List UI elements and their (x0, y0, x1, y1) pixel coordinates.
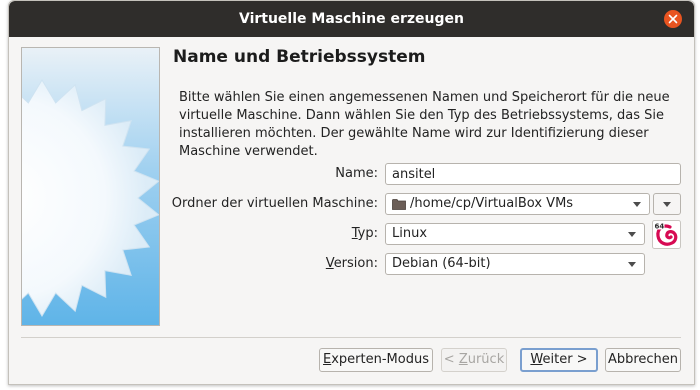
chevron-down-icon (633, 202, 641, 207)
cancel-button[interactable]: Abbrechen (605, 348, 681, 372)
close-button[interactable] (664, 10, 682, 28)
type-value: Linux (392, 226, 428, 241)
version-value: Debian (64-bit) (392, 256, 491, 271)
page-title: Name und Betriebssystem (173, 47, 426, 67)
title-bar: Virtuelle Maschine erzeugen (9, 1, 694, 37)
close-icon (668, 14, 678, 24)
folder-browse-button[interactable] (653, 193, 681, 215)
window-title: Virtuelle Maschine erzeugen (238, 11, 465, 27)
folder-label: Ordner der virtuellen Maschine: (171, 196, 378, 211)
os-bitness-badge: 64 (655, 223, 665, 231)
version-label: Version: (325, 256, 378, 271)
expert-mode-button[interactable]: Experten-Modus (319, 348, 433, 372)
chevron-down-icon (628, 232, 636, 237)
chevron-down-icon (663, 202, 671, 207)
back-button[interactable]: < Zurück (441, 348, 507, 372)
next-button[interactable]: Weiter > (520, 348, 598, 372)
name-label: Name: (335, 166, 378, 181)
type-select[interactable]: Linux (385, 223, 645, 245)
folder-value: /home/cp/VirtualBox VMs (410, 196, 574, 211)
folder-icon (392, 199, 406, 210)
type-label: Typ: (351, 226, 378, 241)
version-select[interactable]: Debian (64-bit) (385, 253, 645, 275)
button-separator (21, 337, 681, 338)
debian-os-icon: 64 (652, 220, 681, 249)
folder-combo[interactable]: /home/cp/VirtualBox VMs (385, 193, 650, 215)
page-description: Bitte wählen Sie einen angemessenen Name… (179, 90, 670, 159)
name-input[interactable] (385, 163, 681, 185)
dialog-window: Virtuelle Maschine erzeugen Name und Bet… (8, 0, 695, 385)
chevron-down-icon (628, 262, 636, 267)
wizard-artwork (21, 47, 160, 326)
